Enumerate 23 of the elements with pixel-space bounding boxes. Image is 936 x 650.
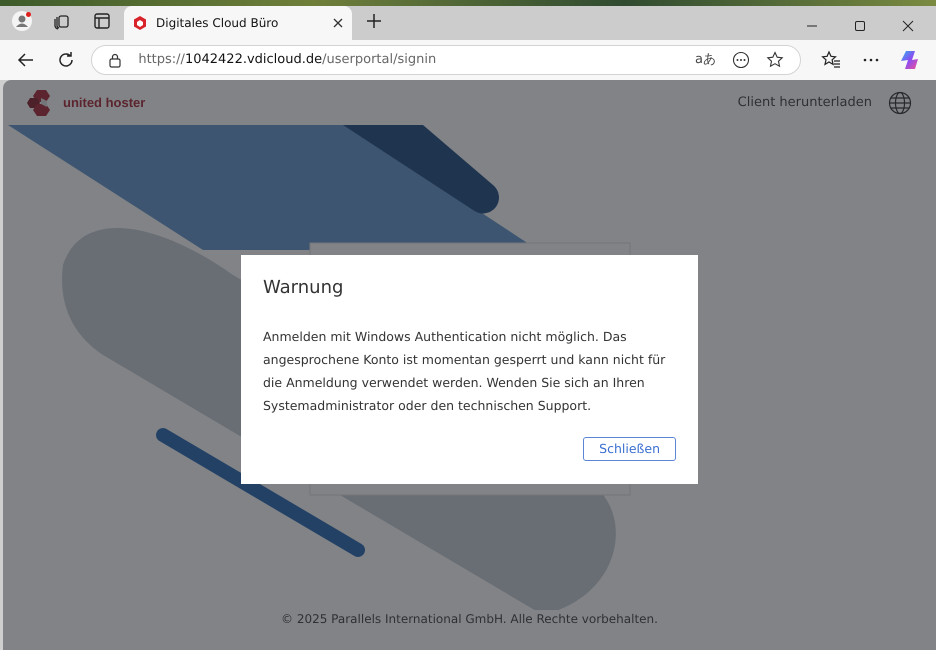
download-client-link[interactable]: Client herunterladen xyxy=(738,92,872,112)
globe-icon[interactable] xyxy=(888,90,912,114)
brand-name: united hoster xyxy=(63,94,146,112)
close-tab-icon[interactable] xyxy=(332,17,344,29)
url-text: https://1042422.vdicloud.de/userportal/signin xyxy=(138,51,438,70)
translate-icon[interactable]: aあ xyxy=(695,50,716,70)
dialog-message: Anmelden mit Windows Authentication nicht möglich. Das angesprochene Konto ist momentan gesperrt und kann nicht für die Anmeldung verwendet werden. Wenden Sie sich an Ihren Systemadministrator oder den technischen Support. xyxy=(263,328,666,415)
dialog-title: Warnung xyxy=(263,277,344,299)
maximize-icon[interactable] xyxy=(854,20,866,32)
copyright-text: © 2025 Parallels International GmbH. Alle Rechte vorbehalten. xyxy=(280,611,659,628)
site-logo-icon xyxy=(132,15,148,31)
address-bar[interactable]: https://1042422.vdicloud.de/userportal/signin aあ xyxy=(91,45,802,75)
close-button[interactable]: Schließen xyxy=(583,436,676,462)
browser-tab[interactable]: Digitales Cloud Büro xyxy=(124,6,352,40)
new-tab-icon[interactable] xyxy=(364,11,384,31)
favorite-star-icon[interactable] xyxy=(766,51,784,69)
favorites-icon[interactable] xyxy=(820,50,841,70)
profile-icon[interactable] xyxy=(12,11,32,31)
close-window-icon[interactable] xyxy=(902,20,914,32)
tab-actions-icon[interactable] xyxy=(92,11,112,31)
lock-icon xyxy=(108,52,122,68)
tab-title: Digitales Cloud Büro xyxy=(156,15,280,32)
more-options-icon[interactable] xyxy=(732,51,750,69)
